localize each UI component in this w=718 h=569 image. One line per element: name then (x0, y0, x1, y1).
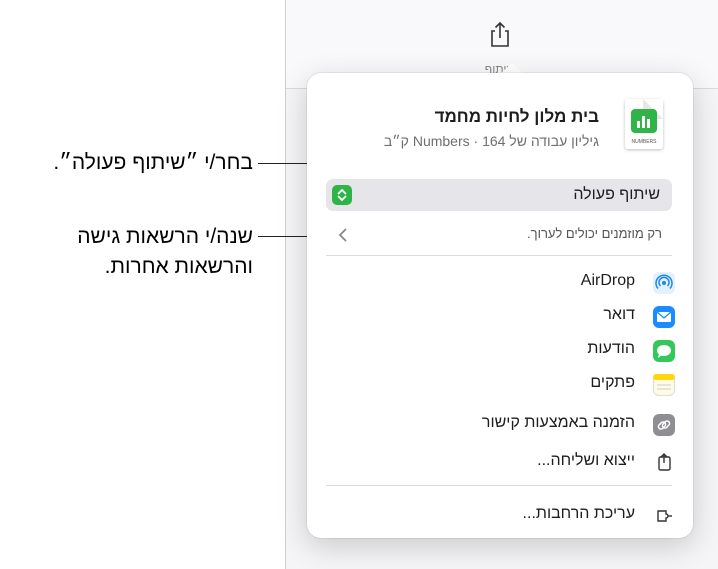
share-item-invite-link[interactable]: הזמנה באמצעות קישור (307, 410, 693, 440)
document-subtitle: גיליון עבודה של Numbers · 164 ק״ב (383, 133, 599, 149)
access-permissions-row[interactable]: רק מוזמנים יכולים לערוך. (326, 223, 672, 247)
collaboration-mode-label: שיתוף פעולה (573, 186, 660, 203)
edit-extensions-button[interactable]: עריכת הרחבות... (307, 501, 693, 531)
callout-permissions-line1: שנה/י הרשאות גישה (77, 225, 253, 248)
document-thumbnail: NUMBERS (625, 99, 663, 149)
notes-icon (653, 374, 675, 396)
callout-choose-collaborate: בחר/י ״שיתוף פעולה״. (53, 151, 253, 174)
share-item-mail[interactable]: דואר (307, 302, 693, 332)
share-item-messages[interactable]: הודעות (307, 336, 693, 366)
share-item-label: AirDrop (580, 272, 635, 289)
airdrop-icon (653, 272, 675, 294)
share-popover: בית מלון לחיות מחמד גיליון עבודה של Numb… (307, 73, 693, 538)
callout-permissions-line2: והרשאות אחרות. (104, 255, 253, 278)
share-item-label: פתקים (590, 374, 635, 391)
chevron-up-down-icon (332, 185, 352, 205)
document-title: בית מלון לחיות מחמד (434, 107, 599, 126)
share-toolbar-button[interactable] (487, 20, 513, 48)
share-item-label: הזמנה באמצעות קישור (481, 414, 635, 431)
divider (326, 255, 672, 256)
share-item-label: ייצוא ושליחה... (537, 452, 635, 469)
edit-extensions-label: עריכת הרחבות... (522, 505, 635, 522)
callout-change-permissions: שנה/י הרשאות גישה והרשאות אחרות. (77, 222, 253, 282)
numbers-app-icon (631, 109, 657, 133)
share-item-airdrop[interactable]: AirDrop (307, 268, 693, 298)
share-item-label: דואר (603, 306, 635, 323)
share-icon (491, 21, 509, 47)
extensions-icon (653, 505, 675, 527)
messages-icon (653, 340, 675, 362)
share-item-notes[interactable]: פתקים (307, 370, 693, 400)
share-item-label: הודעות (587, 340, 635, 357)
chevron-left-icon (338, 227, 348, 248)
collaboration-mode-select[interactable]: שיתוף פעולה (326, 179, 672, 211)
thumbnail-caption: NUMBERS (631, 139, 657, 145)
share-item-export[interactable]: ייצוא ושליחה... (307, 448, 693, 478)
access-summary: רק מוזמנים יכולים לערוך. (527, 226, 662, 241)
divider (326, 485, 672, 486)
mail-icon (653, 306, 675, 328)
export-icon (653, 452, 675, 474)
link-icon (653, 414, 675, 436)
